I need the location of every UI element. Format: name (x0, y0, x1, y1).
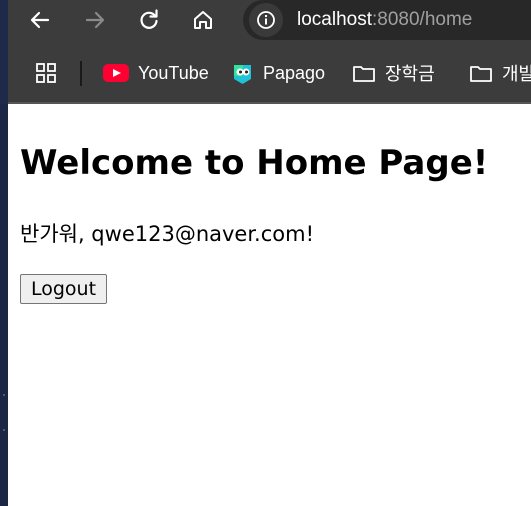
bookmark-label: YouTube (138, 62, 209, 83)
bookmark-folder-scholarship[interactable]: 장학금 (352, 61, 435, 85)
bookmarks-bar: YouTube Papago 장학금 개발 (8, 44, 531, 102)
apps-grid-icon (36, 63, 56, 83)
bookmarks-divider (80, 61, 82, 86)
edge-dot (3, 394, 5, 396)
arrow-right-icon (85, 11, 105, 29)
reload-icon (140, 9, 158, 29)
youtube-icon (103, 64, 129, 82)
folder-icon (352, 63, 376, 83)
browser-toolbar: localhost:8080/home (8, 0, 531, 40)
bookmark-label: 개발 (502, 64, 531, 84)
apps-button[interactable] (30, 57, 62, 89)
desktop-edge (0, 104, 8, 506)
bookmark-label: 장학금 (385, 64, 435, 84)
papago-icon (231, 62, 254, 85)
back-button[interactable] (24, 4, 56, 36)
page-title: Welcome to Home Page! (20, 143, 489, 183)
url-path: :8080/home (372, 9, 473, 30)
arrow-left-icon (30, 11, 50, 29)
url-host: localhost (297, 9, 372, 30)
browser-chrome: localhost:8080/home YouTube Papago 장학금 개… (8, 0, 531, 104)
reload-button[interactable] (133, 4, 165, 36)
site-info-button[interactable] (249, 3, 283, 37)
bookmark-papago[interactable]: Papago (231, 61, 325, 85)
bookmark-folder-dev[interactable]: 개발 (469, 61, 531, 85)
forward-button[interactable] (79, 4, 111, 36)
folder-icon (469, 63, 493, 83)
greeting-text: 반가워, qwe123@naver.com! (20, 222, 314, 246)
page-content: Welcome to Home Page! 반가워, qwe123@naver.… (8, 104, 531, 506)
edge-dot (3, 429, 5, 431)
home-icon (194, 11, 212, 29)
logout-button[interactable]: Logout (20, 274, 108, 304)
url-text[interactable]: localhost:8080/home (297, 9, 472, 31)
info-icon (257, 11, 275, 29)
address-bar[interactable]: localhost:8080/home (243, 0, 531, 40)
bookmark-label: Papago (263, 62, 326, 83)
bookmark-youtube[interactable]: YouTube (103, 61, 209, 85)
home-button[interactable] (187, 4, 219, 36)
